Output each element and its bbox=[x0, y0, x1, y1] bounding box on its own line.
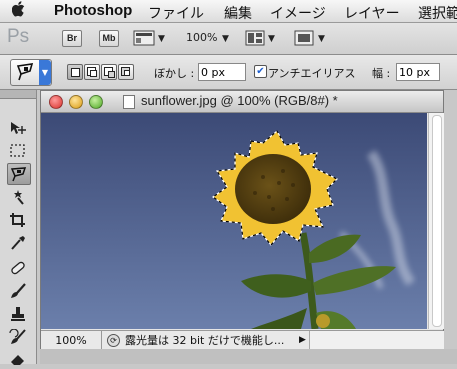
intersect-selection-button[interactable] bbox=[118, 64, 134, 80]
workspace-background bbox=[40, 349, 457, 364]
menu-layer[interactable]: レイヤー bbox=[344, 3, 400, 23]
anti-alias-checkbox[interactable]: ✔ bbox=[254, 65, 267, 78]
view-extras-chevron-icon[interactable]: ▼ bbox=[158, 34, 165, 44]
menu-file[interactable]: ファイル bbox=[148, 3, 204, 23]
tools-panel-header[interactable] bbox=[0, 90, 36, 99]
document-title: sunflower.jpg @ 100% (RGB/8#) * bbox=[141, 93, 338, 108]
view-extras-icon[interactable] bbox=[133, 30, 155, 49]
image-canvas[interactable] bbox=[41, 113, 427, 329]
magnetic-lasso-tool-icon[interactable] bbox=[7, 163, 31, 185]
feather-label: ぼかし : bbox=[154, 67, 195, 80]
status-zoom-field[interactable]: 100% bbox=[41, 331, 102, 350]
screen-mode-icon[interactable] bbox=[294, 30, 314, 49]
document-icon bbox=[123, 95, 135, 109]
application-bar: Ps Br Mb ▼ 100% ▼ ▼ ▼ bbox=[0, 23, 457, 55]
healing-brush-tool-icon[interactable] bbox=[7, 258, 29, 278]
history-brush-tool-icon[interactable] bbox=[7, 327, 29, 347]
tools-panel bbox=[0, 90, 37, 365]
minimize-window-button[interactable] bbox=[69, 95, 83, 109]
new-selection-button[interactable] bbox=[67, 64, 83, 80]
zoom-chevron-icon[interactable]: ▼ bbox=[222, 34, 229, 44]
screen-mode-chevron-icon[interactable]: ▼ bbox=[318, 34, 325, 44]
horizontal-scrollbar[interactable] bbox=[309, 331, 444, 350]
chevron-down-icon[interactable]: ▼ bbox=[39, 60, 51, 85]
eraser-tool-icon[interactable] bbox=[7, 349, 29, 369]
document-title-bar[interactable]: sunflower.jpg @ 100% (RGB/8#) * bbox=[41, 91, 443, 113]
crop-tool-icon[interactable] bbox=[7, 210, 29, 230]
bridge-button[interactable]: Br bbox=[62, 30, 82, 47]
marquee-tool-icon[interactable] bbox=[7, 141, 29, 161]
vertical-scrollbar[interactable] bbox=[428, 113, 444, 329]
options-bar: ▼ ぼかし : ✔ アンチエイリアス 幅 : bbox=[0, 55, 457, 90]
close-window-button[interactable] bbox=[49, 95, 63, 109]
zoom-level[interactable]: 100% bbox=[186, 31, 217, 44]
menu-app-name[interactable]: Photoshop bbox=[54, 2, 132, 19]
arrange-chevron-icon[interactable]: ▼ bbox=[268, 34, 275, 44]
status-info-text: 露光量は 32 bit だけで機能し... bbox=[125, 334, 285, 347]
eyedropper-tool-icon[interactable] bbox=[7, 233, 29, 253]
menu-edit[interactable]: 編集 bbox=[224, 3, 252, 23]
menu-image[interactable]: イメージ bbox=[270, 3, 326, 23]
status-bar: 100% ⟳ 露光量は 32 bit だけで機能し... ▶ bbox=[41, 330, 444, 350]
quick-selection-tool-icon[interactable] bbox=[7, 187, 29, 207]
document-window: sunflower.jpg @ 100% (RGB/8#) * 100% ⟳ 露… bbox=[40, 90, 444, 350]
arrange-documents-icon[interactable] bbox=[245, 30, 265, 49]
clone-stamp-tool-icon[interactable] bbox=[7, 304, 29, 324]
zoom-window-button[interactable] bbox=[89, 95, 103, 109]
vertical-scrollbar-thumb[interactable] bbox=[432, 115, 442, 327]
feather-input[interactable] bbox=[198, 63, 246, 81]
subtract-from-selection-button[interactable] bbox=[101, 64, 117, 80]
menu-bar: Photoshop ファイル 編集 イメージ レイヤー 選択範 bbox=[0, 0, 457, 23]
photoshop-logo: Ps bbox=[7, 26, 30, 47]
add-to-selection-button[interactable] bbox=[84, 64, 100, 80]
apple-menu-icon[interactable] bbox=[11, 1, 26, 21]
tool-preset-picker[interactable]: ▼ bbox=[10, 59, 52, 86]
anti-alias-label: アンチエイリアス bbox=[268, 67, 356, 80]
status-menu-arrow-icon[interactable]: ▶ bbox=[299, 335, 306, 345]
mini-bridge-button[interactable]: Mb bbox=[99, 30, 119, 47]
brush-tool-icon[interactable] bbox=[7, 281, 29, 301]
width-input[interactable] bbox=[396, 63, 440, 81]
status-info-icon[interactable]: ⟳ bbox=[107, 334, 120, 347]
menu-select[interactable]: 選択範 bbox=[418, 3, 457, 23]
move-tool-icon[interactable] bbox=[7, 118, 29, 138]
width-label: 幅 : bbox=[372, 67, 391, 80]
magnetic-lasso-icon bbox=[15, 62, 37, 85]
